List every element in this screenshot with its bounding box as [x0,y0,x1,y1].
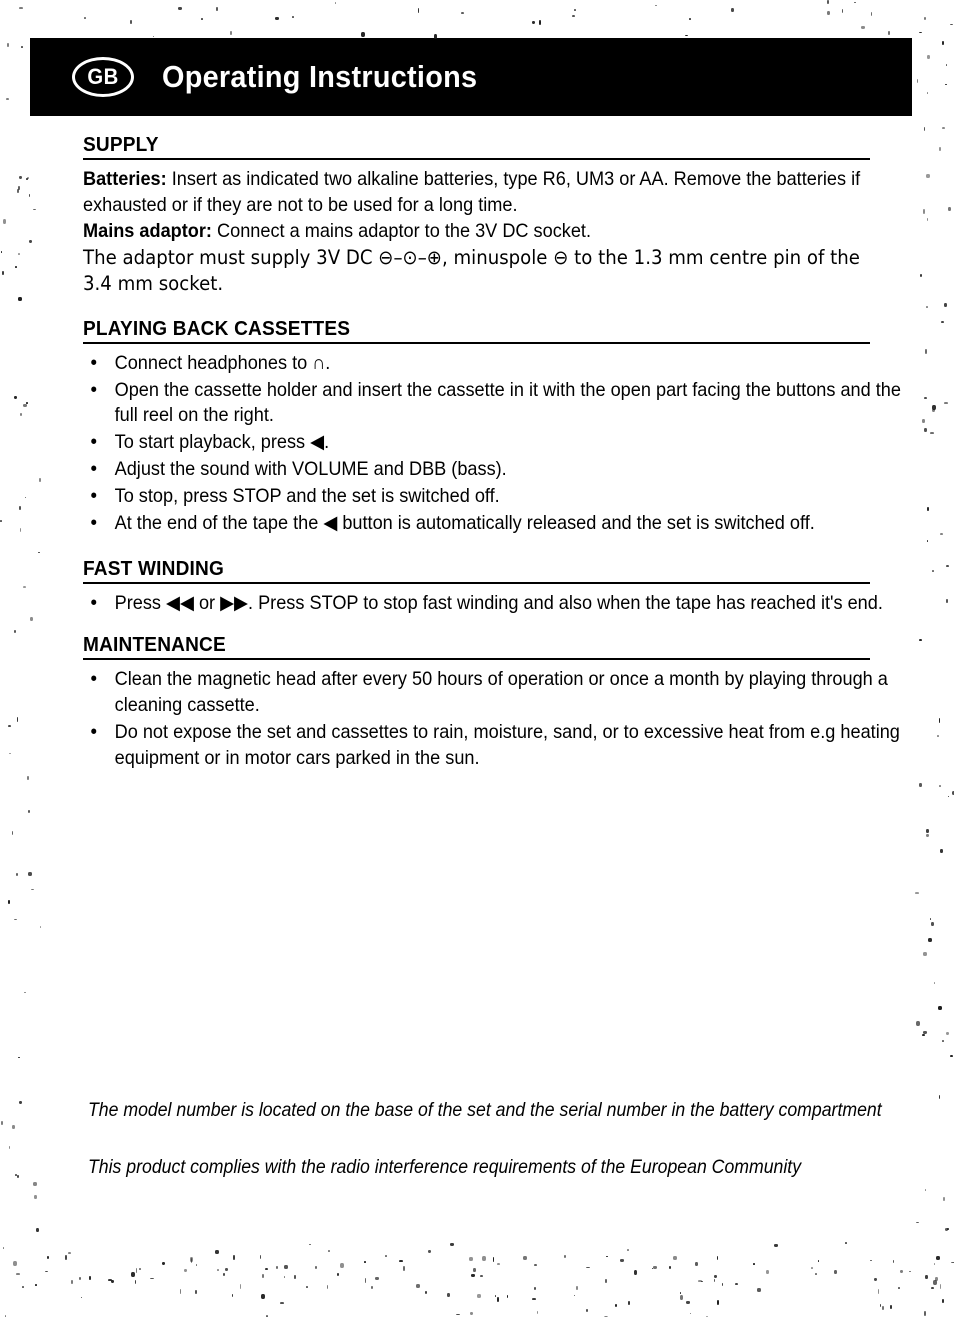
scanned-page: GB Operating Instructions SUPPLY Batteri… [0,0,954,1317]
list-item: To stop, press STOP and the set is switc… [83,483,914,510]
list-item: To start playback, press ◀. [83,429,914,456]
playing-back-cassettes-list: Connect headphones to ∩. Open the casset… [83,350,901,537]
gb-language-badge-icon: GB [72,57,134,97]
heading-rule [83,341,870,344]
section-playing-back-cassettes: PLAYING BACK CASSETTES Connect headphone… [83,316,901,537]
footer-note-compliance: This product complies with the radio int… [88,1157,802,1179]
section-fast-winding: FAST WINDING Press ◀◀ or ▶▶. Press STOP … [83,557,883,617]
supply-text-mains-adaptor: Connect a mains adaptor to the 3V DC soc… [211,219,592,242]
section-supply: SUPPLY Batteries: Insert as indicated tw… [83,133,883,297]
page-title: Operating Instructions [162,59,478,94]
supply-text-batteries: Insert as indicated two alkaline batteri… [83,168,861,216]
heading-rule [83,158,870,160]
supply-paragraph-batteries: Batteries: Insert as indicated two alkal… [83,167,883,219]
list-item: Connect headphones to ∩. [83,350,914,377]
supply-paragraph-polarity: The adaptor must supply 3V DC ⊖–⊙–⊕, min… [83,245,860,295]
list-item: At the end of the tape the ◀ button is a… [83,510,914,537]
list-item: Open the cassette holder and insert the … [83,377,914,430]
footer-note-model-number: The model number is located on the base … [88,1100,882,1121]
list-item: Adjust the sound with VOLUME and DBB (ba… [83,456,914,483]
supply-paragraph-mains-adaptor: Mains adaptor: Connect a mains adaptor t… [83,219,883,245]
header-bar: GB Operating Instructions [30,38,912,116]
heading-rule [83,582,870,585]
supply-lead-mains-adaptor: Mains adaptor: [83,219,212,242]
heading-rule [83,657,870,660]
section-maintenance: MAINTENANCE Clean the magnetic head afte… [83,632,900,772]
list-item: Press ◀◀ or ▶▶. Press STOP to stop fast … [83,590,914,617]
section-heading-fast-winding: FAST WINDING [83,557,224,581]
gb-badge-label: GB [87,64,119,89]
footer-notes: The model number is located on the base … [88,1098,888,1180]
maintenance-list: Clean the magnetic head after every 50 h… [83,666,899,772]
supply-lead-batteries: Batteries: [83,168,167,190]
section-heading-playing-back-cassettes: PLAYING BACK CASSETTES [83,316,351,340]
list-item: Clean the magnetic head after every 50 h… [83,666,914,719]
section-heading-maintenance: MAINTENANCE [83,632,226,656]
list-item: Do not expose the set and cassettes to r… [83,719,914,772]
section-heading-supply: SUPPLY [83,133,159,156]
fast-winding-list: Press ◀◀ or ▶▶. Press STOP to stop fast … [83,590,883,617]
document-body: SUPPLY Batteries: Insert as indicated tw… [83,133,901,774]
